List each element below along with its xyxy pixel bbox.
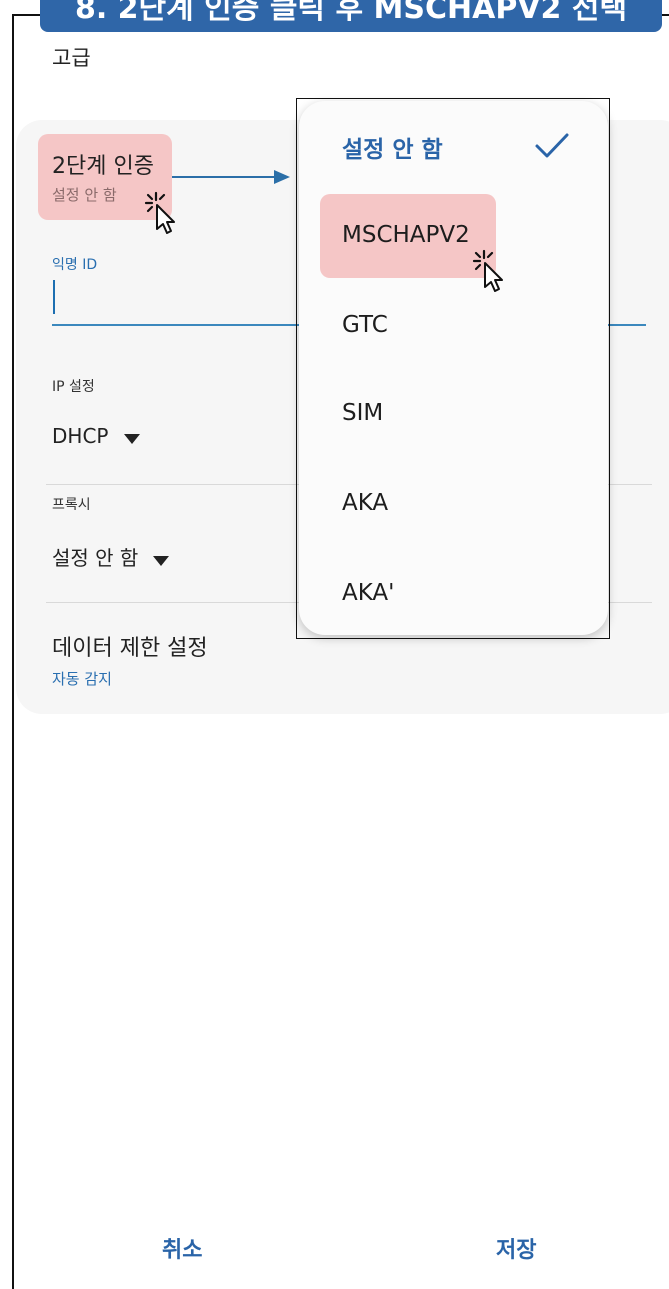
proxy-value: 설정 안 함 <box>52 546 139 570</box>
advanced-section-label: 고급 <box>52 46 91 70</box>
click-pointer-icon <box>472 249 503 292</box>
instruction-banner: 8. 2단계 인증 클릭 후 MSCHAPV2 선택 <box>40 0 662 32</box>
ip-settings-dropdown[interactable]: DHCP <box>52 424 172 456</box>
anonymous-id-label: 익명 ID <box>52 257 98 273</box>
frame-border-top-left <box>12 14 40 16</box>
ip-settings-value: DHCP <box>52 424 109 448</box>
option-aka-prime[interactable]: AKA' <box>342 580 394 606</box>
triangle-down-icon <box>123 433 140 444</box>
metered-value: 자동 감지 <box>52 670 112 688</box>
phase2-auth-title: 2단계 인증 <box>52 154 154 179</box>
triangle-down-icon <box>153 555 170 566</box>
option-sim[interactable]: SIM <box>342 400 383 426</box>
check-icon <box>535 133 569 158</box>
phase2-options-popup <box>299 101 608 635</box>
metered-title: 데이터 제한 설정 <box>52 636 208 661</box>
save-button[interactable]: 저장 <box>496 1232 536 1264</box>
phase2-auth-value: 설정 안 함 <box>52 186 117 204</box>
proxy-label: 프록시 <box>52 497 91 513</box>
frame-border-left <box>12 14 14 1289</box>
option-aka[interactable]: AKA <box>342 490 388 516</box>
text-caret <box>53 280 55 314</box>
option-none[interactable]: 설정 안 함 <box>342 130 443 164</box>
pointer-arrow-icon <box>172 170 290 184</box>
cancel-button[interactable]: 취소 <box>162 1232 202 1264</box>
proxy-dropdown[interactable]: 설정 안 함 <box>52 542 192 574</box>
ip-settings-label: IP 설정 <box>52 379 95 395</box>
option-gtc[interactable]: GTC <box>342 312 388 338</box>
click-pointer-icon <box>144 191 175 234</box>
option-mschapv2[interactable]: MSCHAPV2 <box>342 222 470 248</box>
